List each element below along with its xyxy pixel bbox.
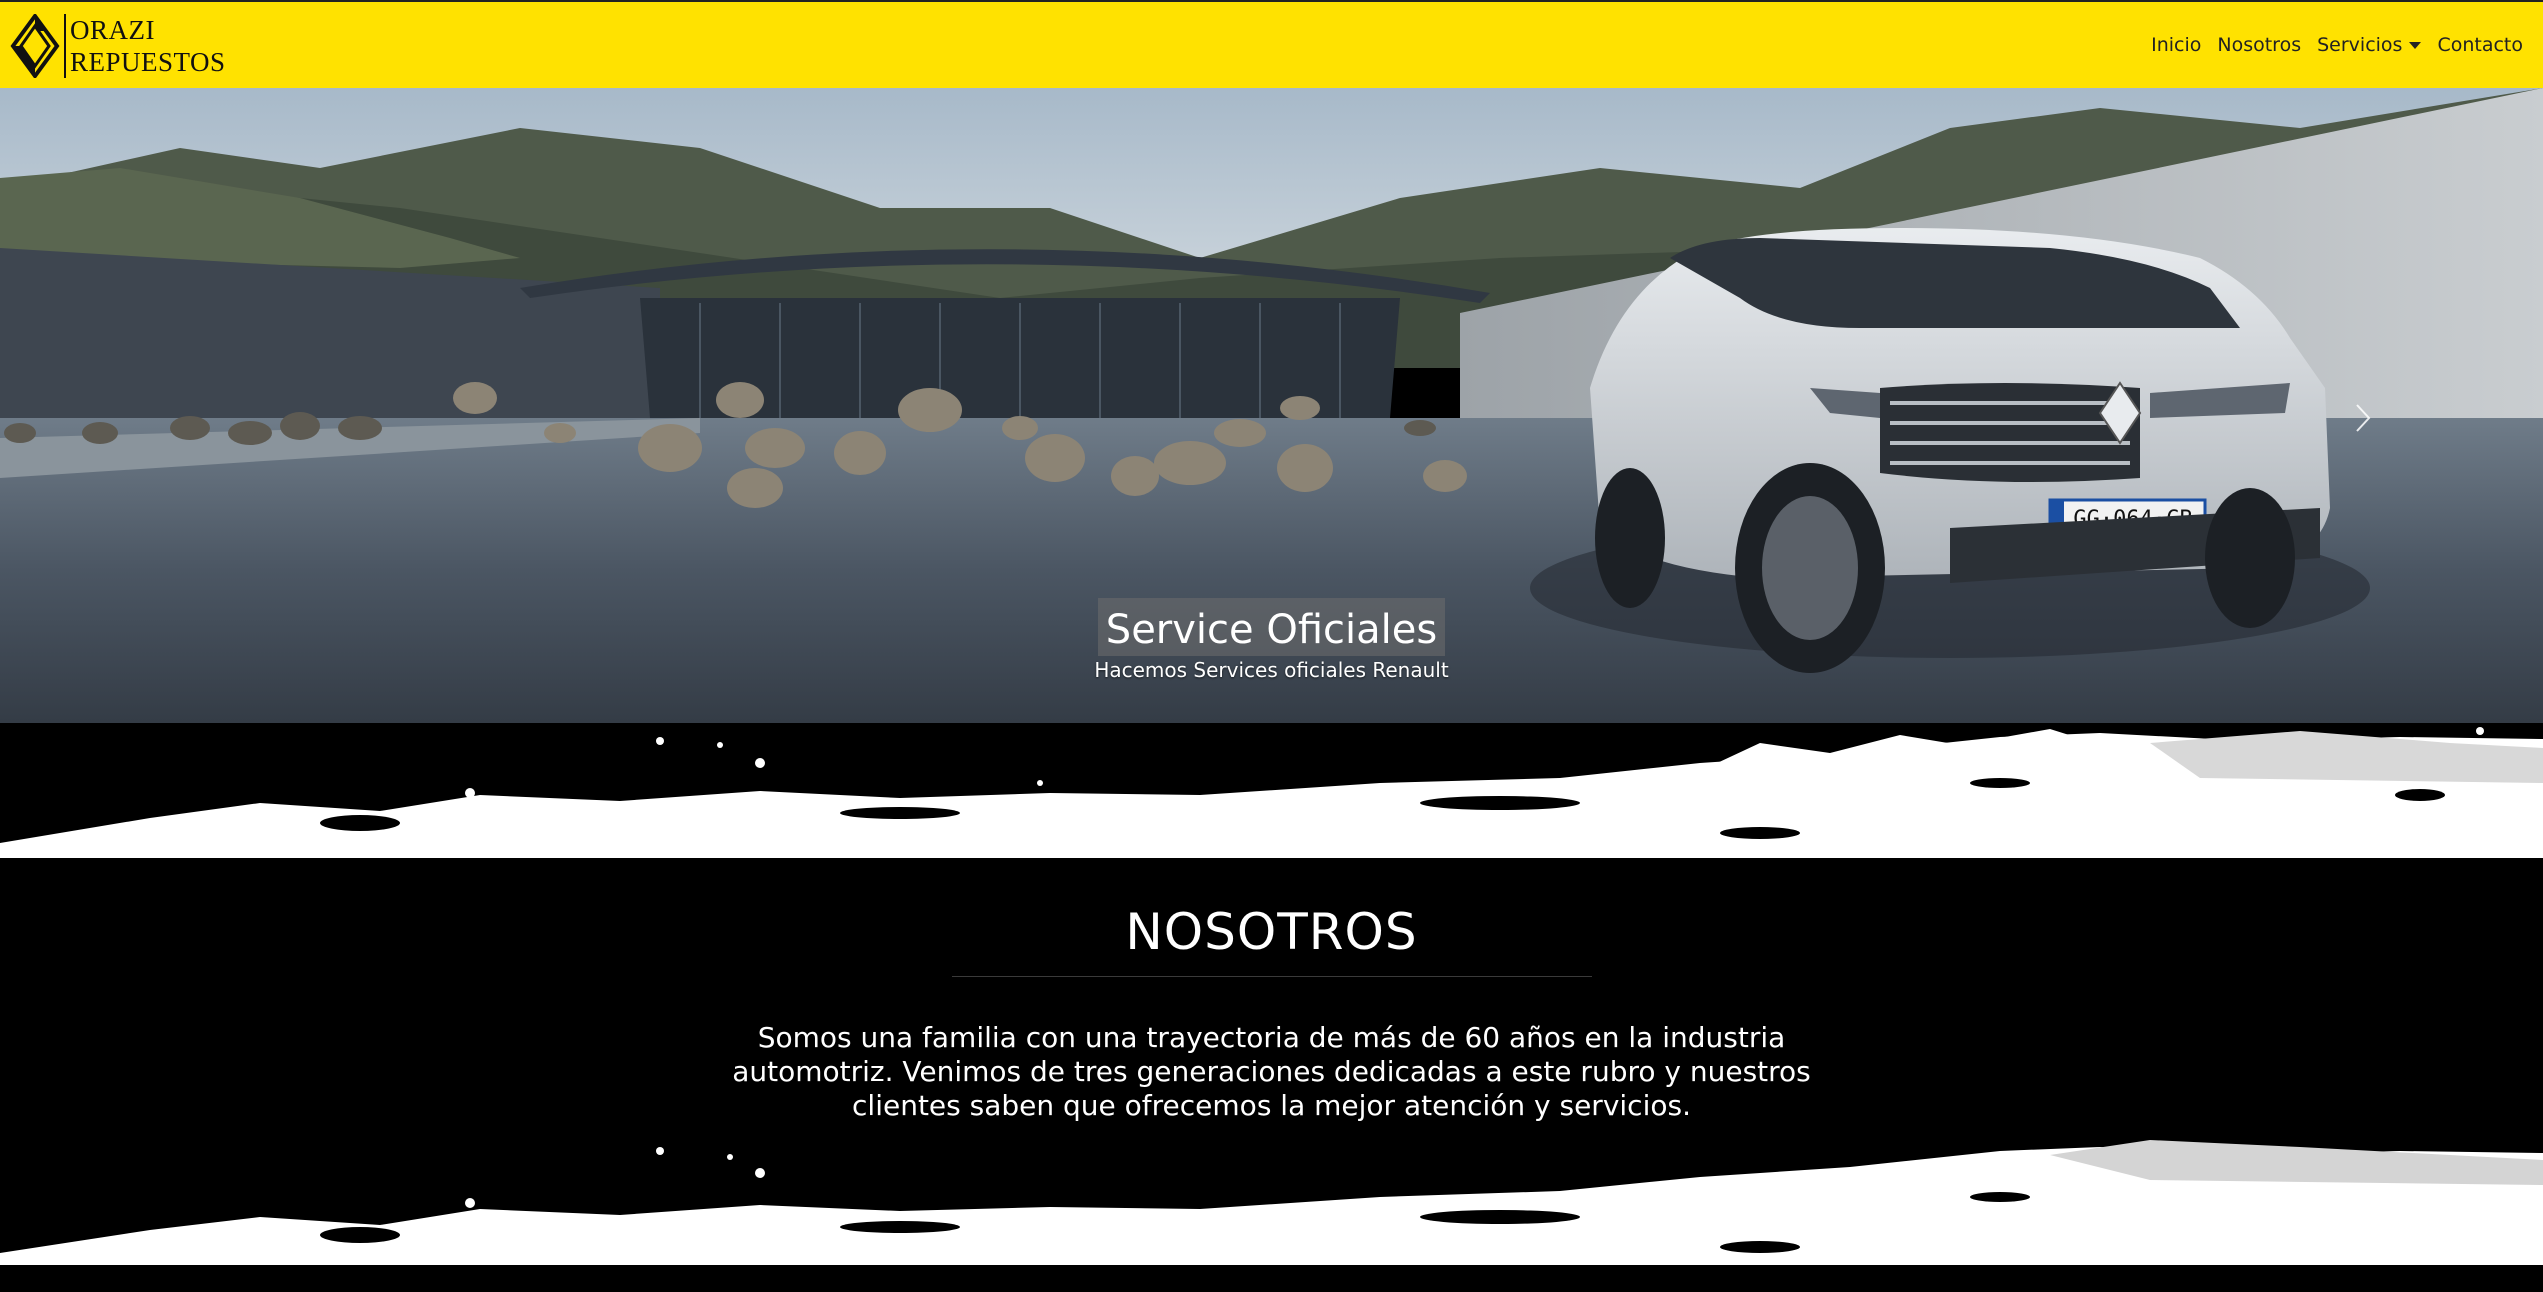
brand-line-2: REPUESTOS	[70, 47, 226, 77]
nav-link-nosotros[interactable]: Nosotros	[2217, 34, 2301, 56]
caption-title-box: Service Oficiales	[1097, 598, 1446, 656]
chevron-right-icon	[2356, 404, 2371, 432]
nosotros-text: Somos una familia con una trayectoria de…	[732, 1021, 1811, 1122]
nav-link-inicio[interactable]: Inicio	[2151, 34, 2201, 56]
nav-dropdown-servicios[interactable]: Servicios	[2317, 34, 2422, 56]
caption-subtitle: Hacemos Services oficiales Renault	[1094, 658, 1449, 682]
nav-link-contacto[interactable]: Contacto	[2437, 34, 2523, 56]
nav-menu: Inicio Nosotros Servicios Contacto	[2151, 2, 2523, 88]
caption-title: Service Oficiales	[1105, 607, 1438, 653]
navbar: ORAZI REPUESTOS Inicio Nosotros Servicio…	[0, 0, 2543, 88]
nosotros-divider	[951, 976, 1592, 977]
paint-divider-bottom	[0, 1135, 2543, 1265]
carousel-next-button[interactable]	[2343, 398, 2383, 438]
nav-link-servicios-label: Servicios	[2317, 34, 2403, 56]
nosotros-title: NOSOTROS	[1125, 903, 1418, 961]
paint-divider-top	[0, 723, 2543, 858]
nosotros-section: NOSOTROS Somos una familia con una traye…	[0, 858, 2543, 1148]
caret-down-icon	[2409, 41, 2422, 49]
brand-name: ORAZI REPUESTOS	[64, 14, 226, 78]
brand-line-1: ORAZI	[70, 15, 155, 45]
hero-carousel: GG·064·CB Service Oficiales Hacemos Serv…	[0, 88, 2543, 723]
carousel-caption: Service Oficiales Hacemos Services ofici…	[0, 598, 2543, 682]
brand-logo-link[interactable]: ORAZI REPUESTOS	[10, 12, 226, 80]
renault-diamond-icon	[10, 14, 60, 78]
